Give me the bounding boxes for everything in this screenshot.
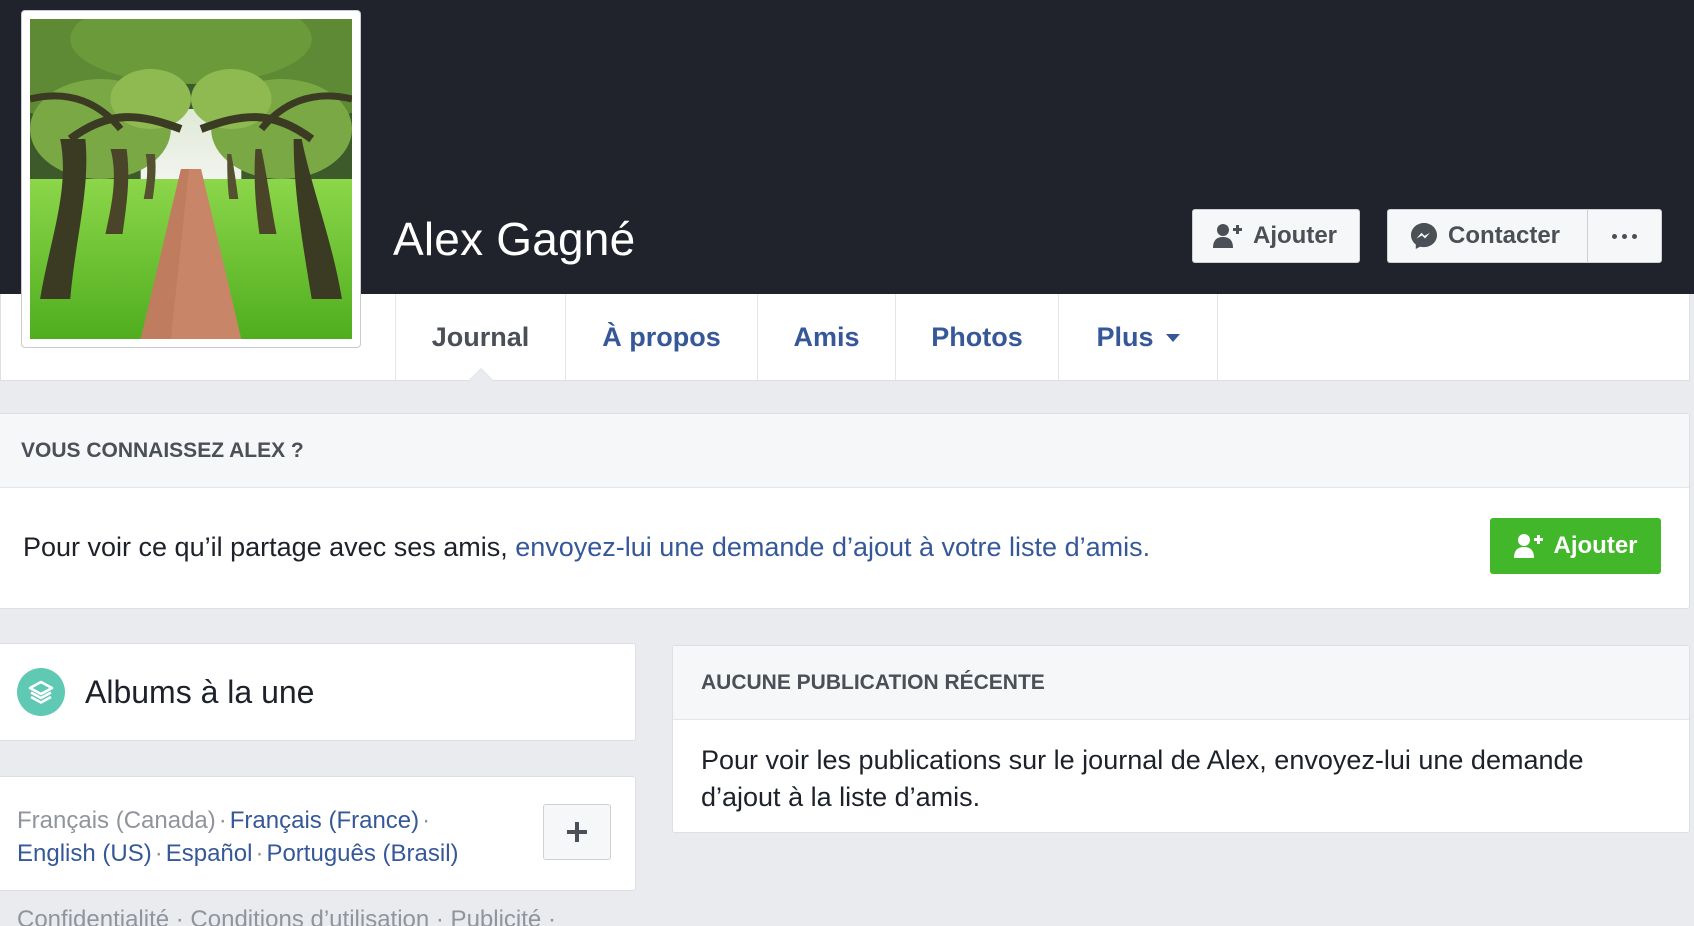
contact-label: Contacter [1448, 222, 1561, 249]
language-list: Français (Canada) · Français (France) · Eng… [17, 807, 459, 867]
tab-amis-label: Amis [793, 321, 860, 352]
profile-picture [30, 19, 352, 339]
tab-photos-label: Photos [931, 321, 1023, 352]
language-link-fr-fr[interactable]: Français (France) [230, 807, 419, 834]
add-friend-icon [1213, 223, 1243, 249]
language-link-es[interactable]: Español [166, 840, 253, 867]
tab-a-propos[interactable]: À propos [566, 294, 758, 380]
language-link-en-us[interactable]: English (US) [17, 840, 152, 867]
more-languages-button[interactable] [543, 804, 611, 860]
know-person-text: Pour voir ce qu’il partage avec ses amis… [23, 532, 1150, 563]
featured-albums-card[interactable]: Albums à la une [0, 643, 636, 741]
tab-a-propos-label: À propos [602, 321, 721, 352]
profile-picture-frame[interactable] [21, 10, 361, 348]
add-friend-primary-button[interactable]: Ajouter [1490, 518, 1661, 574]
current-language: Français (Canada) [17, 807, 216, 834]
plus-icon [567, 822, 587, 842]
more-options-button[interactable] [1587, 209, 1662, 263]
no-recent-posts-card: AUCUNE PUBLICATION RÉCENTE Pour voir les… [672, 645, 1690, 833]
featured-albums-title: Albums à la une [85, 673, 315, 710]
no-recent-posts-heading: AUCUNE PUBLICATION RÉCENTE [673, 646, 1689, 720]
send-request-link[interactable]: envoyez-lui une demande d’ajout à votre … [515, 532, 1150, 562]
profile-name[interactable]: Alex Gagné [393, 212, 635, 266]
language-link-pt-br[interactable]: Português (Brasil) [266, 840, 458, 867]
add-friend-label: Ajouter [1253, 222, 1337, 249]
tab-amis[interactable]: Amis [758, 294, 896, 380]
messenger-icon [1410, 222, 1438, 250]
know-person-lead: Pour voir ce qu’il partage avec ses amis… [23, 532, 516, 562]
profile-tabs: Journal À propos Amis Photos Plus [395, 294, 1218, 381]
add-friend-button[interactable]: Ajouter [1192, 209, 1360, 263]
tab-plus-label: Plus [1096, 321, 1154, 352]
add-friend-primary-label: Ajouter [1553, 532, 1638, 559]
no-recent-posts-text: Pour voir les publications sur le journa… [701, 745, 1584, 812]
more-dots-icon [1612, 233, 1637, 239]
language-selector-card: Français (Canada) · Français (France) · Eng… [0, 776, 636, 891]
albums-layers-icon [17, 668, 65, 716]
tab-journal[interactable]: Journal [395, 294, 566, 381]
active-tab-indicator [467, 368, 494, 381]
know-person-heading: VOUS CONNAISSEZ ALEX ? [0, 414, 1689, 488]
contact-button[interactable]: Contacter [1387, 209, 1587, 263]
tab-plus[interactable]: Plus [1059, 294, 1218, 380]
tab-journal-label: Journal [431, 321, 530, 352]
know-person-body: Pour voir ce qu’il partage avec ses amis… [0, 488, 1689, 609]
add-friend-icon [1513, 533, 1544, 559]
footer-links[interactable]: Confidentialité · Conditions d’utilisati… [17, 906, 556, 926]
know-person-card: VOUS CONNAISSEZ ALEX ? Pour voir ce qu’i… [0, 413, 1690, 609]
tab-photos[interactable]: Photos [896, 294, 1059, 380]
caret-down-icon [1165, 334, 1180, 342]
